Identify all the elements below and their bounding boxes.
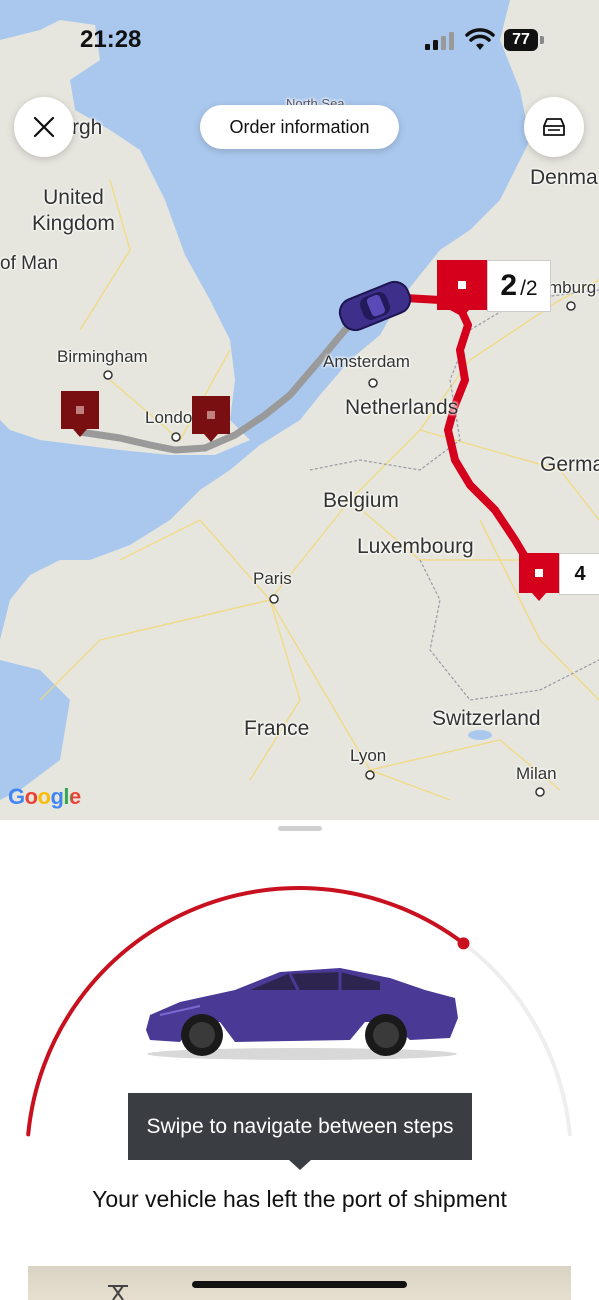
close-button[interactable] xyxy=(14,97,74,157)
map-label-france: France xyxy=(244,717,310,740)
close-icon xyxy=(33,116,55,138)
car-front-icon xyxy=(543,118,565,136)
home-indicator xyxy=(192,1281,407,1288)
map-label-paris: Paris xyxy=(253,569,292,588)
sheet-drag-handle[interactable] xyxy=(278,826,322,831)
map-pin-current-step[interactable] xyxy=(437,260,487,318)
map-label-belgium: Belgium xyxy=(323,489,399,512)
battery-indicator: 77 xyxy=(504,29,538,51)
swipe-hint-tooltip: Swipe to navigate between steps xyxy=(128,1093,472,1160)
map-label-isle-of-man: of Man xyxy=(0,253,59,274)
signal-icon xyxy=(425,30,455,50)
map-label-birmingham: Birmingham xyxy=(57,347,148,366)
map-label-netherlands: Netherlands xyxy=(345,396,459,419)
map-pin-start[interactable] xyxy=(61,391,99,437)
google-attribution-logo: Google xyxy=(8,784,81,809)
shipment-status-message: Your vehicle has left the port of shipme… xyxy=(92,1186,507,1212)
map-label-luxembourg: Luxembourg xyxy=(357,535,474,558)
next-step-card[interactable]: 4 xyxy=(559,553,599,595)
order-information-button[interactable]: Order information xyxy=(200,105,399,149)
map-label-lyon: Lyon xyxy=(350,746,387,765)
map-label-amsterdam: Amsterdam xyxy=(323,352,410,371)
battery-tip xyxy=(540,36,544,44)
map-label-switzerland: Switzerland xyxy=(432,707,541,730)
current-step-card[interactable]: 2 /2 xyxy=(487,260,551,312)
step-current-number: 2 xyxy=(500,269,518,302)
map-label-hamburg: mburg xyxy=(548,278,597,297)
vehicle-image xyxy=(146,968,458,1060)
map-pin-next-step[interactable] xyxy=(519,553,559,601)
map-label-germany: Germa xyxy=(540,453,599,476)
vehicle-view-button[interactable] xyxy=(524,97,584,157)
tooltip-arrow xyxy=(289,1160,311,1170)
status-time: 21:28 xyxy=(80,26,142,53)
map-label-denmark: Denma xyxy=(530,166,598,189)
map-label-united-kingdom: United Kingdom xyxy=(32,186,115,235)
map-pin-port-uk[interactable] xyxy=(192,396,230,442)
map-label-edinburgh: rgh xyxy=(72,116,103,139)
step-total: /2 xyxy=(520,277,538,300)
wifi-icon xyxy=(465,28,495,50)
map-label-milan: Milan xyxy=(516,764,557,783)
